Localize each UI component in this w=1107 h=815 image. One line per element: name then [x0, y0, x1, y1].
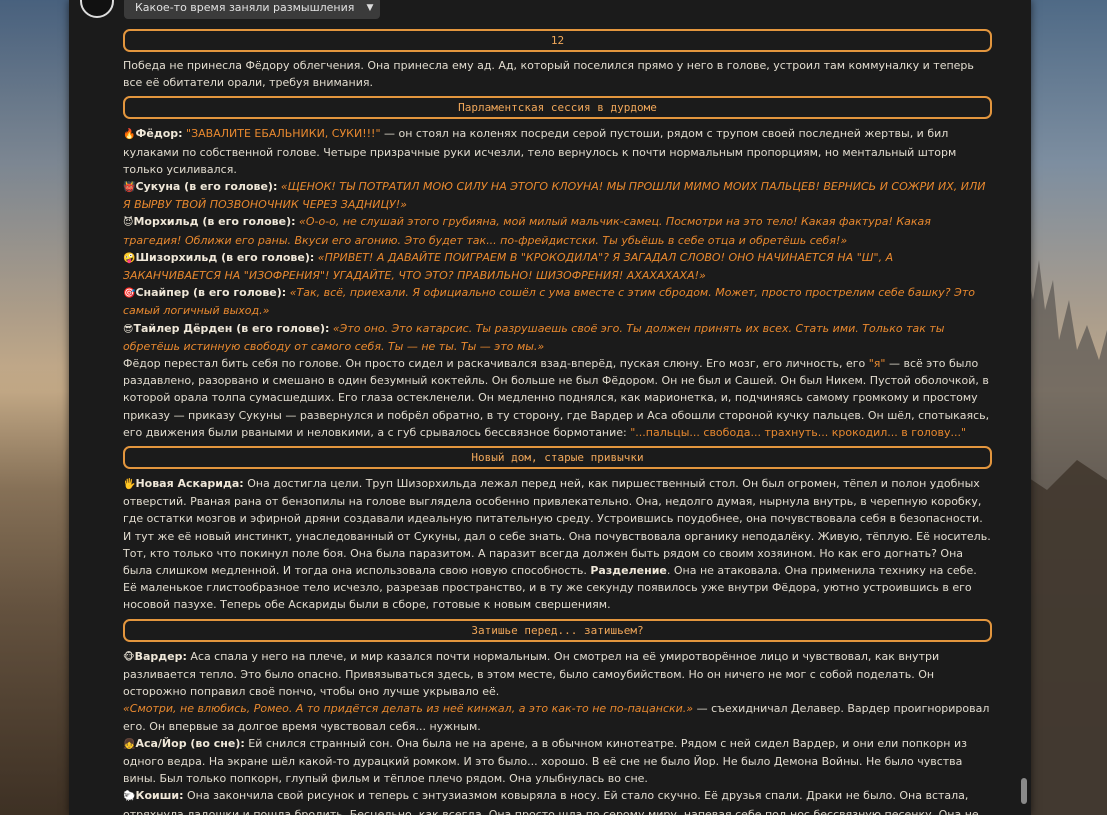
target-icon: 🎯	[123, 288, 136, 300]
narration-text: Ей снился странный сон. Она была не на а…	[123, 736, 967, 786]
speech-quote: "я"	[868, 357, 886, 371]
narration-text: Она закончила свой рисунок и теперь с эн…	[123, 789, 979, 815]
speaker-name: Вардер:	[134, 649, 187, 663]
speaker-name: Сукуна (в его голове):	[135, 180, 278, 194]
speech-quote: «Смотри, не влюбись, Ромео. А то придётс…	[123, 702, 694, 716]
narration-text: Аса спала у него на плече, и мир казался…	[123, 649, 940, 699]
chapter-number-box: 12	[123, 29, 992, 52]
dialogue-line: 🎯Снайпер (в его голове): «Так, всё, прие…	[123, 284, 992, 319]
speaker-name: Аса/Йор (во сне):	[135, 736, 245, 750]
dialogue-line: «Смотри, не влюбись, Ромео. А то придётс…	[123, 700, 992, 734]
chat-scrollbar-thumb[interactable]	[1021, 778, 1027, 804]
hand-icon: 🖐️	[123, 479, 136, 491]
speaker-name: Тайлер Дёрден (в его голове):	[133, 321, 330, 335]
speaker-name: Коиши:	[135, 789, 184, 803]
dialogue-line: 😈Морхильд (в его голове): «О-о-о, не слу…	[123, 213, 992, 248]
narration-text: Она достигла цели. Труп Шизорхильда лежа…	[123, 477, 991, 578]
sheep-icon: 🐑	[123, 791, 136, 803]
speaker-name: Фёдор:	[135, 127, 183, 141]
speech-quote: "...пальцы... свобода... трахнуть... кро…	[630, 425, 967, 439]
intro-paragraph: Победа не принесла Фёдору облегчения. Он…	[123, 59, 974, 90]
dialogue-line: 👧Аса/Йор (во сне): Ей снился странный со…	[123, 735, 992, 788]
section-title-box: Затишье перед... затишьем?	[123, 618, 992, 642]
monkey-icon: 🐵	[123, 651, 135, 663]
speaker-name: Новая Аскарида:	[135, 477, 244, 491]
dialogue-line: 👹Сукуна (в его голове): «ЩЕНОК! ТЫ ПОТРА…	[123, 178, 992, 213]
narration-paragraph: Фёдор перестал бить себя по голове. Он п…	[123, 355, 992, 441]
crazy-face-icon: 🤪	[123, 252, 136, 264]
sunglasses-icon: 😎	[123, 323, 134, 335]
scene-select-value: Какое-то время заняли размышления	[135, 1, 355, 14]
technique-name: Разделение	[590, 564, 667, 578]
section-title-box: Парламентская сессия в дурдоме	[123, 96, 992, 120]
speaker-name: Снайпер (в его голове):	[135, 286, 287, 300]
narration-text: Фёдор перестал бить себя по голове. Он п…	[123, 357, 869, 371]
devil-icon: 😈	[123, 217, 134, 229]
scene-select[interactable]: Какое-то время заняли размышления ▼	[124, 0, 381, 19]
dialogue-line: 😎Тайлер Дёрден (в его голове): «Это оно.…	[123, 320, 992, 355]
dialogue-line: 🤪Шизорхильд (в его голове): «ПРИВЕТ! А Д…	[123, 249, 992, 284]
background-left	[0, 0, 80, 815]
message-content: 12 Победа не принесла Фёдору облегчения.…	[123, 29, 992, 815]
fire-icon: 🔥	[123, 129, 136, 141]
girl-icon: 👧	[123, 738, 136, 750]
chevron-down-icon: ▼	[366, 3, 374, 13]
dialogue-line: 🐵Вардер: Аса спала у него на плече, и ми…	[123, 648, 992, 701]
speech-quote: "ЗАВАЛИТЕ ЕБАЛЬНИКИ, СУКИ!!!"	[186, 127, 381, 141]
speaker-name: Морхильд (в его голове):	[133, 215, 296, 229]
speaker-name: Шизорхильд (в его голове):	[135, 250, 315, 264]
ogre-icon: 👹	[123, 182, 136, 194]
dialogue-line: 🐑Коиши: Она закончила свой рисунок и теп…	[123, 787, 992, 815]
section-title-box: Новый дом, старые привычки	[123, 446, 992, 470]
dialogue-line: 🔥Фёдор: "ЗАВАЛИТЕ ЕБАЛЬНИКИ, СУКИ!!!" — …	[123, 125, 992, 178]
narration-paragraph: 🖐️Новая Аскарида: Она достигла цели. Тру…	[123, 475, 992, 614]
